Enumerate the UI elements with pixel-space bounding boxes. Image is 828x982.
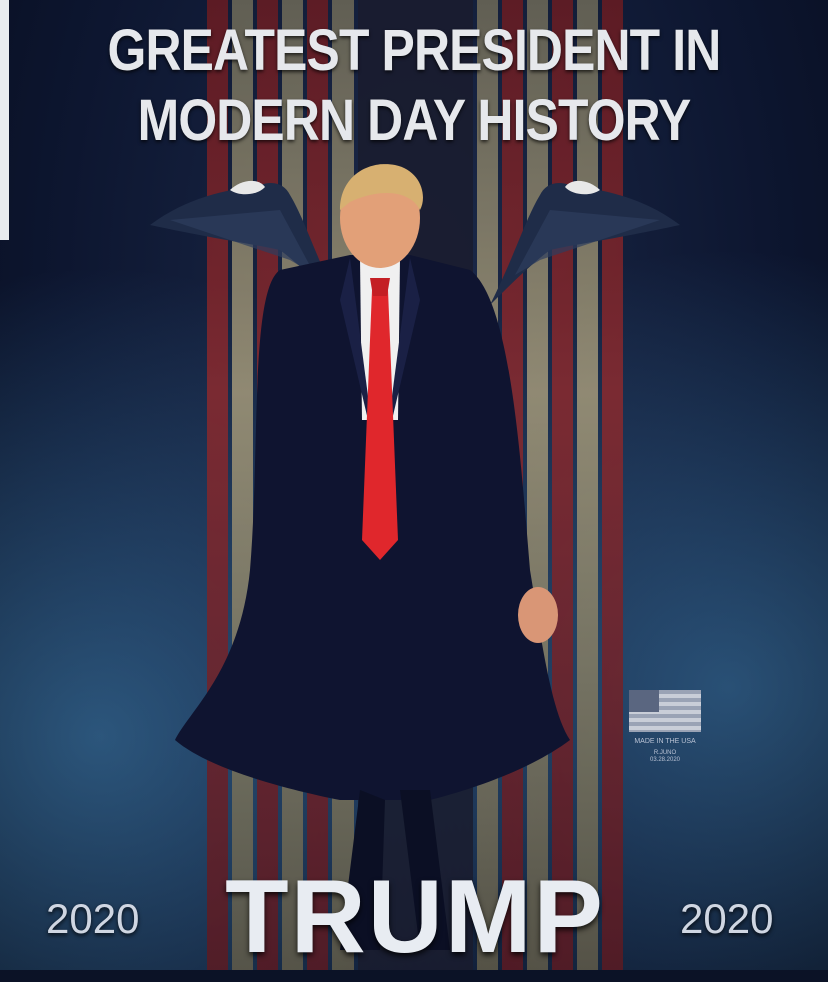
poster-image: GREATEST PRESIDENT IN MODERN DAY HISTORY: [0, 0, 828, 982]
year-left: 2020: [46, 895, 140, 942]
badge-date-text: 03.28.2020: [649, 757, 681, 763]
name-title: TRUMP: [225, 859, 605, 975]
year-right: 2020: [680, 895, 774, 942]
headline: GREATEST PRESIDENT IN MODERN DAY HISTORY: [0, 16, 828, 156]
headline-line-1: GREATEST PRESIDENT IN: [107, 18, 722, 83]
standing-man-figure: [175, 164, 570, 950]
badge-artist-text: R.JUNO: [653, 750, 677, 756]
bottom-band: [0, 970, 828, 982]
made-in-usa-badge: MADE IN THE USA R.JUNO 03.28.2020: [628, 690, 702, 763]
badge-made-in-text: MADE IN THE USA: [634, 738, 696, 745]
headline-line-2: MODERN DAY HISTORY: [137, 88, 692, 153]
us-flag-icon: [629, 690, 701, 732]
